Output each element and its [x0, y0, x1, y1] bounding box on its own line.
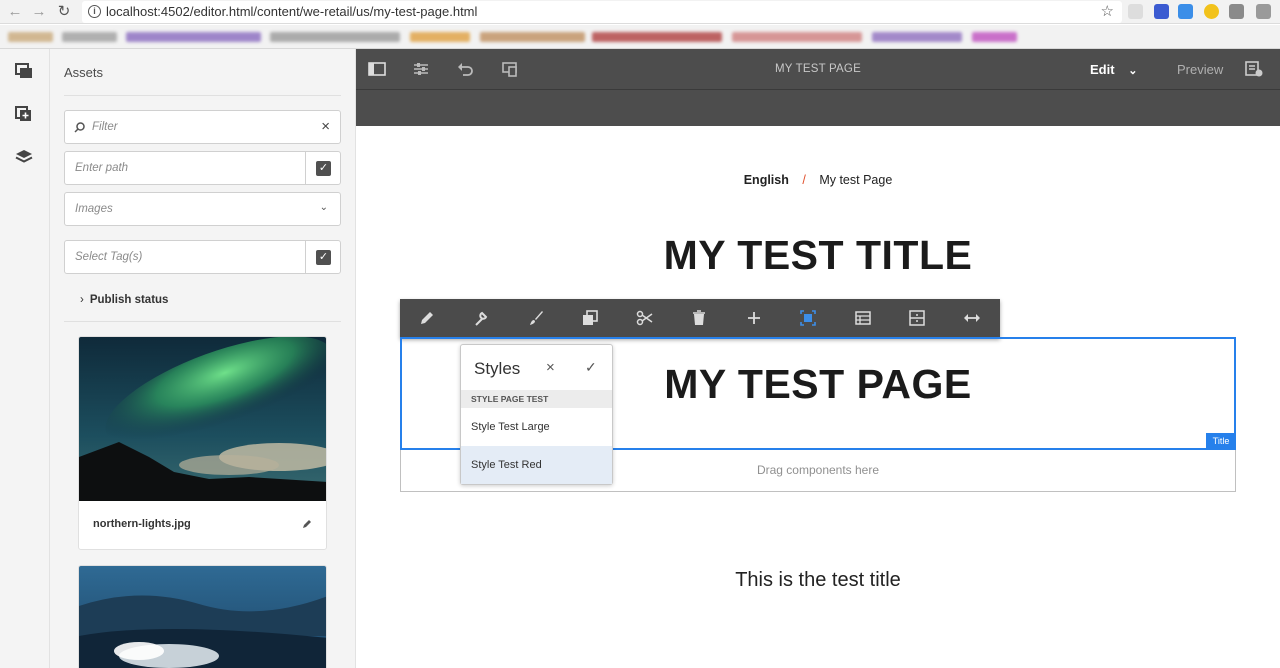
asset-card[interactable] [78, 565, 327, 668]
url-text: localhost:4502/editor.html/content/we-re… [106, 4, 478, 19]
checkbox-icon: ✓ [316, 161, 331, 176]
search-icon [74, 122, 85, 133]
extension-icon[interactable] [1229, 4, 1244, 19]
tags-field[interactable]: Select Tag(s) ✓ [64, 240, 341, 274]
asset-thumbnail [79, 566, 326, 668]
bookmarks-bar [0, 25, 1280, 49]
browser-toolbar: ← → ↻ i localhost:4502/editor.html/conte… [0, 0, 1280, 24]
extension-icon[interactable] [1178, 4, 1193, 19]
plus-icon[interactable] [745, 309, 763, 327]
layers-icon[interactable] [15, 149, 33, 165]
breadcrumb-current: My test Page [819, 173, 893, 187]
editor-subbar [356, 90, 1280, 126]
assets-panel: Assets Filter × Enter path ✓ Images ⌄ Se… [50, 49, 356, 668]
asset-type-value: Images [75, 203, 113, 215]
path-browse-button[interactable]: ✓ [305, 152, 340, 184]
test-title-text[interactable]: This is the test title [356, 569, 1280, 592]
address-bar[interactable]: i localhost:4502/editor.html/content/we-… [82, 1, 1122, 23]
checkmark-icon[interactable]: ✓ [585, 359, 597, 376]
filter-input[interactable]: Filter [92, 121, 118, 133]
info-icon[interactable]: i [88, 5, 101, 18]
wrench-icon[interactable] [472, 309, 490, 327]
divider [64, 321, 341, 322]
preview-button[interactable]: Preview [1177, 62, 1223, 77]
components-icon[interactable] [15, 106, 33, 122]
publish-status-label: Publish status [89, 294, 169, 306]
close-icon[interactable]: × [546, 359, 555, 376]
paintbrush-icon[interactable] [527, 309, 545, 327]
popover-title: Styles [474, 359, 521, 378]
checkbox-icon: ✓ [316, 250, 331, 265]
path-input[interactable]: Enter path [75, 162, 128, 174]
menu-icon[interactable] [1256, 4, 1271, 19]
extension-icon[interactable] [1128, 4, 1143, 19]
path-field[interactable]: Enter path ✓ [64, 151, 341, 185]
layout-icon[interactable] [854, 309, 872, 327]
publish-status-toggle[interactable]: › Publish status [80, 294, 168, 306]
asset-card[interactable]: northern-lights.jpg [78, 336, 327, 550]
asset-name: northern-lights.jpg [93, 518, 191, 530]
divider [64, 95, 341, 96]
filter-field[interactable]: Filter × [64, 110, 341, 144]
group-icon[interactable] [908, 309, 926, 327]
breadcrumb-item[interactable]: English [744, 173, 789, 187]
style-option[interactable]: Style Test Large [461, 408, 612, 446]
resize-icon[interactable] [963, 309, 981, 327]
arrow-left-icon[interactable]: ← [6, 3, 24, 21]
style-group-label: STYLE PAGE TEST [461, 390, 612, 408]
asset-thumbnail [79, 337, 326, 501]
component-toolbar [400, 299, 1000, 338]
assets-icon[interactable] [15, 63, 33, 79]
scissors-icon[interactable] [636, 309, 654, 327]
pencil-icon[interactable] [418, 309, 436, 327]
panel-title: Assets [64, 65, 104, 80]
reload-icon[interactable]: ↻ [55, 3, 73, 21]
extension-icon[interactable] [1154, 4, 1169, 19]
breadcrumb-separator: / [802, 173, 806, 187]
tags-input[interactable]: Select Tag(s) [75, 251, 142, 263]
styles-popover: Styles × ✓ STYLE PAGE TEST Style Test La… [460, 344, 613, 485]
popover-header: Styles × ✓ [461, 345, 612, 390]
page-info-icon[interactable] [1245, 61, 1263, 77]
close-icon[interactable]: × [321, 118, 330, 135]
style-option[interactable]: Style Test Red [461, 446, 612, 484]
mode-label: Edit [1090, 62, 1115, 77]
page-title: MY TEST PAGE [775, 63, 861, 75]
editor-toolbar: MY TEST PAGE Edit ⌄ Preview [356, 49, 1280, 90]
component-label: Title [1206, 433, 1236, 450]
arrow-right-icon[interactable]: → [30, 3, 48, 21]
select-parent-icon[interactable] [799, 309, 817, 327]
tags-browse-button[interactable]: ✓ [305, 241, 340, 273]
asset-type-select[interactable]: Images ⌄ [64, 192, 341, 226]
trash-icon[interactable] [690, 309, 708, 327]
copy-icon[interactable] [581, 309, 599, 327]
star-icon[interactable]: ☆ [1101, 1, 1114, 23]
pencil-icon[interactable] [302, 519, 312, 529]
breadcrumb: English / My test Page [356, 173, 1280, 187]
chevron-down-icon: ⌄ [319, 202, 328, 213]
side-rail [0, 49, 50, 668]
chevron-right-icon: › [80, 294, 84, 306]
mode-select[interactable]: Edit ⌄ [1090, 62, 1137, 77]
chevron-down-icon: ⌄ [1128, 65, 1138, 77]
page-heading[interactable]: MY TEST TITLE [356, 232, 1280, 279]
extension-icon[interactable] [1204, 4, 1219, 19]
